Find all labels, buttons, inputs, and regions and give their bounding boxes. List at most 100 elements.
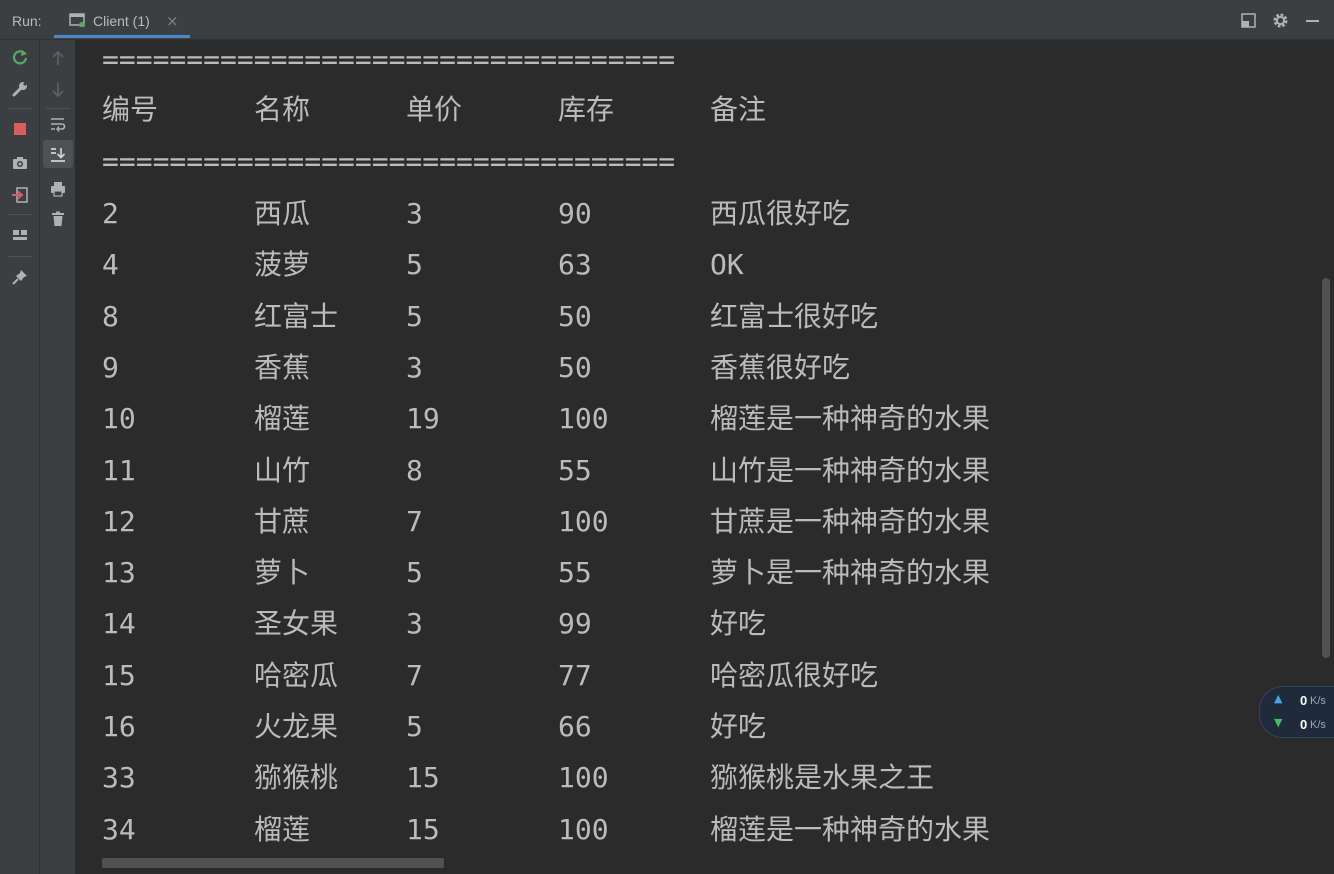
table-cell: 甘蔗是一种神奇的水果 — [710, 504, 991, 538]
table-cell: 好吃 — [710, 607, 767, 641]
table-cell: 3 — [406, 197, 423, 230]
stop-icon[interactable] — [11, 120, 29, 138]
toolbar-separator — [8, 214, 32, 215]
table-row: 11 山竹 8 55 山竹是一种神奇的水果 — [102, 453, 1102, 489]
table-cell: 5 — [406, 299, 423, 333]
minimize-icon[interactable] — [1304, 12, 1321, 29]
table-cell: 15 — [406, 761, 440, 795]
table-cell: 66 — [558, 710, 592, 743]
table-cell: 55 — [558, 453, 592, 487]
column-header: 名称 — [254, 93, 311, 126]
console-window-icon — [69, 13, 85, 27]
table-cell: 红富士 — [254, 299, 339, 333]
layout-icon[interactable] — [11, 226, 29, 244]
soft-wrap-icon[interactable] — [49, 115, 67, 133]
table-cell: 甘蔗 — [254, 504, 311, 538]
arrow-up-icon[interactable] — [49, 49, 67, 67]
table-cell: 榴莲是一种神奇的水果 — [710, 812, 991, 846]
table-cell: 西瓜 — [254, 197, 311, 230]
table-row: 14 圣女果 3 99 好吃 — [102, 606, 1102, 642]
table-row: 16 火龙果 5 66 好吃 — [102, 709, 1102, 745]
table-row: 9 香蕉 3 50 香蕉很好吃 — [102, 350, 1102, 386]
table-cell: 77 — [558, 658, 592, 692]
table-row: 2 西瓜 3 90 西瓜很好吃 — [102, 196, 1102, 232]
scroll-to-end-button[interactable] — [43, 140, 73, 168]
upload-value: 0 — [1300, 693, 1308, 708]
tab-client[interactable]: Client (1) × — [54, 0, 190, 38]
table-cell: 33 — [102, 761, 136, 795]
run-label: Run: — [12, 13, 42, 29]
table-cell: 5 — [406, 710, 423, 743]
table-cell: 3 — [406, 607, 423, 641]
table-row: 12 甘蔗 7 100 甘蔗是一种神奇的水果 — [102, 504, 1102, 540]
download-unit: K/s — [1310, 719, 1326, 731]
gear-icon[interactable] — [1272, 12, 1289, 29]
table-cell: 19 — [406, 402, 440, 436]
table-cell: 猕猴桃是水果之王 — [710, 761, 935, 795]
toolbar-separator — [8, 256, 32, 257]
column-header: 库存 — [558, 93, 615, 126]
table-cell: 100 — [558, 761, 609, 795]
upload-unit: K/s — [1310, 695, 1326, 707]
exit-icon[interactable] — [11, 186, 29, 204]
table-cell: 8 — [102, 299, 119, 333]
download-value: 0 — [1300, 717, 1308, 732]
network-speed-widget[interactable]: ▲ 0 K/s ▼ 0 K/s — [1259, 686, 1334, 738]
table-cell: 11 — [102, 453, 136, 487]
horizontal-scrollbar[interactable] — [102, 858, 444, 868]
table-cell: 7 — [406, 504, 423, 538]
toolbar-separator — [8, 108, 32, 109]
print-icon[interactable] — [49, 180, 67, 198]
upload-speed: ▲ 0 K/s — [1274, 691, 1334, 711]
table-cell: 7 — [406, 658, 423, 692]
table-cell: 12 — [102, 504, 136, 538]
table-cell: 55 — [558, 556, 592, 590]
table-cell: 哈密瓜 — [254, 658, 339, 692]
tab-title: Client (1) — [93, 13, 150, 29]
table-cell: 榴莲是一种神奇的水果 — [710, 402, 991, 436]
rerun-icon[interactable] — [11, 48, 29, 66]
table-cell: 萝卜 — [254, 556, 311, 590]
table-cell: 香蕉 — [254, 350, 311, 384]
camera-icon[interactable] — [11, 154, 29, 172]
table-cell: 99 — [558, 607, 592, 641]
table-cell: 100 — [558, 504, 609, 538]
table-cell: 4 — [102, 248, 119, 282]
table-cell: 哈密瓜很好吃 — [710, 658, 879, 692]
run-toolwindow-header: Run: Client (1) × — [0, 0, 1334, 40]
table-row: 4 菠萝 5 63 OK — [102, 247, 1102, 283]
table-cell: 榴莲 — [254, 812, 311, 846]
table-cell: 13 — [102, 556, 136, 590]
download-arrow-icon: ▼ — [1274, 716, 1283, 729]
table-row: 8 红富士 5 50 红富士很好吃 — [102, 299, 1102, 335]
table-cell: 34 — [102, 812, 136, 846]
vertical-scrollbar[interactable] — [1322, 278, 1330, 658]
table-cell: 100 — [558, 402, 609, 436]
table-cell: 14 — [102, 607, 136, 641]
table-cell: 火龙果 — [254, 710, 339, 743]
close-icon[interactable]: × — [166, 12, 179, 30]
run-left-toolbar — [0, 40, 40, 874]
trash-icon[interactable] — [49, 210, 67, 228]
table-cell: 红富士很好吃 — [710, 299, 879, 333]
wrench-icon[interactable] — [11, 80, 29, 98]
table-cell: 山竹是一种神奇的水果 — [710, 453, 991, 487]
upload-arrow-icon: ▲ — [1274, 692, 1283, 705]
table-cell: 50 — [558, 350, 592, 384]
console-toolbar — [40, 40, 76, 874]
pin-icon[interactable] — [11, 268, 29, 286]
table-row: 33 猕猴桃 15 100 猕猴桃是水果之王 — [102, 760, 1102, 796]
table-cell: 好吃 — [710, 710, 767, 743]
table-cell: 西瓜很好吃 — [710, 197, 851, 230]
table-cell: 9 — [102, 350, 119, 384]
table-cell: 榴莲 — [254, 402, 311, 436]
table-row: 15 哈密瓜 7 77 哈密瓜很好吃 — [102, 658, 1102, 694]
table-cell: 100 — [558, 812, 609, 846]
toolbar-separator — [46, 108, 70, 109]
table-cell: 5 — [406, 248, 423, 282]
console-output[interactable]: ================================== 编号 名称… — [77, 40, 1334, 874]
table-cell: 90 — [558, 197, 592, 230]
arrow-down-icon[interactable] — [49, 81, 67, 99]
restore-layout-icon[interactable] — [1240, 12, 1257, 29]
console-header-row: 编号 名称 单价 库存 备注 — [102, 92, 1002, 128]
